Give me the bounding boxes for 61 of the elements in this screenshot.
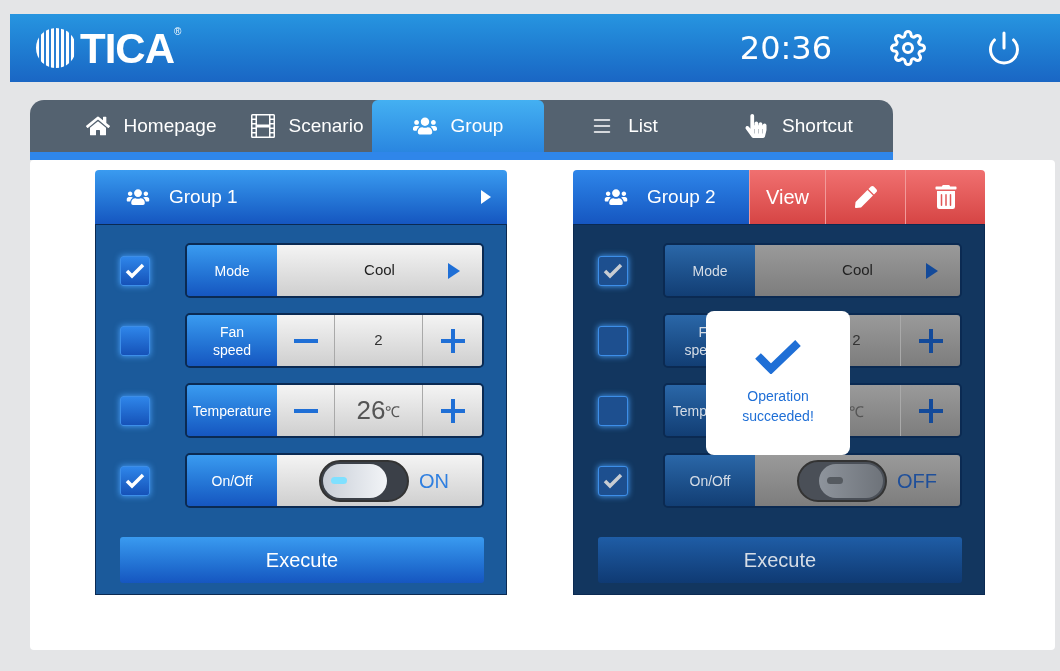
checkbox[interactable]	[598, 395, 628, 426]
setting-label: Mode	[187, 245, 277, 296]
registered-mark: ®	[174, 25, 182, 37]
setting-label: On/Off	[187, 455, 277, 506]
plus-icon	[440, 328, 465, 353]
checkmark-icon	[603, 262, 623, 279]
plus-icon	[918, 398, 943, 423]
value-display: 2	[373, 330, 384, 351]
setting-label: Mode	[665, 245, 755, 296]
minus-icon	[293, 338, 318, 343]
value-display: 26℃	[355, 394, 402, 427]
mode-select[interactable]: Cool	[755, 245, 960, 296]
clock-time: 20:36	[739, 28, 832, 69]
checkbox[interactable]	[120, 255, 150, 286]
plus-icon	[440, 398, 465, 423]
switch-state-label: ON	[419, 468, 449, 494]
mode-select[interactable]: Cool	[277, 245, 482, 296]
group-header[interactable]: Group 1	[95, 170, 507, 224]
value-display: 2	[851, 330, 862, 351]
logo-icon	[36, 28, 76, 68]
checkbox[interactable]	[598, 255, 628, 286]
checkmark-icon	[603, 472, 623, 489]
power-icon	[986, 30, 1022, 66]
checkbox[interactable]	[598, 325, 628, 356]
nav-tab[interactable]: List	[544, 100, 704, 152]
plus-icon	[918, 328, 943, 353]
caret-icon	[926, 262, 938, 279]
caret-icon	[448, 262, 460, 279]
home-icon	[85, 114, 110, 138]
checkbox[interactable]	[120, 395, 150, 426]
checkbox[interactable]	[598, 465, 628, 496]
value-display: ℃	[848, 402, 865, 423]
nav-tab[interactable]: Shortcut	[704, 100, 893, 152]
execute-button[interactable]: Execute	[598, 537, 962, 583]
logo-text: TICA	[80, 23, 174, 74]
view-button[interactable]: View	[749, 170, 825, 224]
setting-label: Temperature	[187, 385, 277, 436]
setting-label: Fan speed	[187, 315, 277, 366]
settings-icon	[890, 30, 926, 66]
checkbox[interactable]	[120, 465, 150, 496]
trash-icon	[934, 185, 957, 209]
checkbox[interactable]	[120, 325, 150, 356]
checkmark-icon	[125, 262, 145, 279]
switch-state-label: OFF	[897, 468, 937, 494]
power-button[interactable]	[986, 30, 1022, 66]
settings-button[interactable]	[890, 30, 926, 66]
pointing-hand-icon	[744, 114, 769, 138]
toggle-switch[interactable]	[319, 459, 409, 502]
checkmark-icon	[125, 472, 145, 489]
setting-label: On/Off	[665, 455, 755, 506]
nav-tab[interactable]: Homepage	[30, 100, 242, 152]
execute-button[interactable]: Execute	[120, 537, 484, 583]
group-header[interactable]: Group 2	[573, 170, 749, 224]
checkmark-icon	[755, 340, 801, 374]
delete-button[interactable]	[905, 170, 985, 224]
caret-icon	[481, 190, 491, 204]
pencil-icon	[854, 186, 877, 208]
edit-button[interactable]	[825, 170, 905, 224]
toggle-switch[interactable]	[797, 459, 887, 502]
nav-tab[interactable]: Scenario	[242, 100, 372, 152]
minus-icon	[293, 408, 318, 413]
